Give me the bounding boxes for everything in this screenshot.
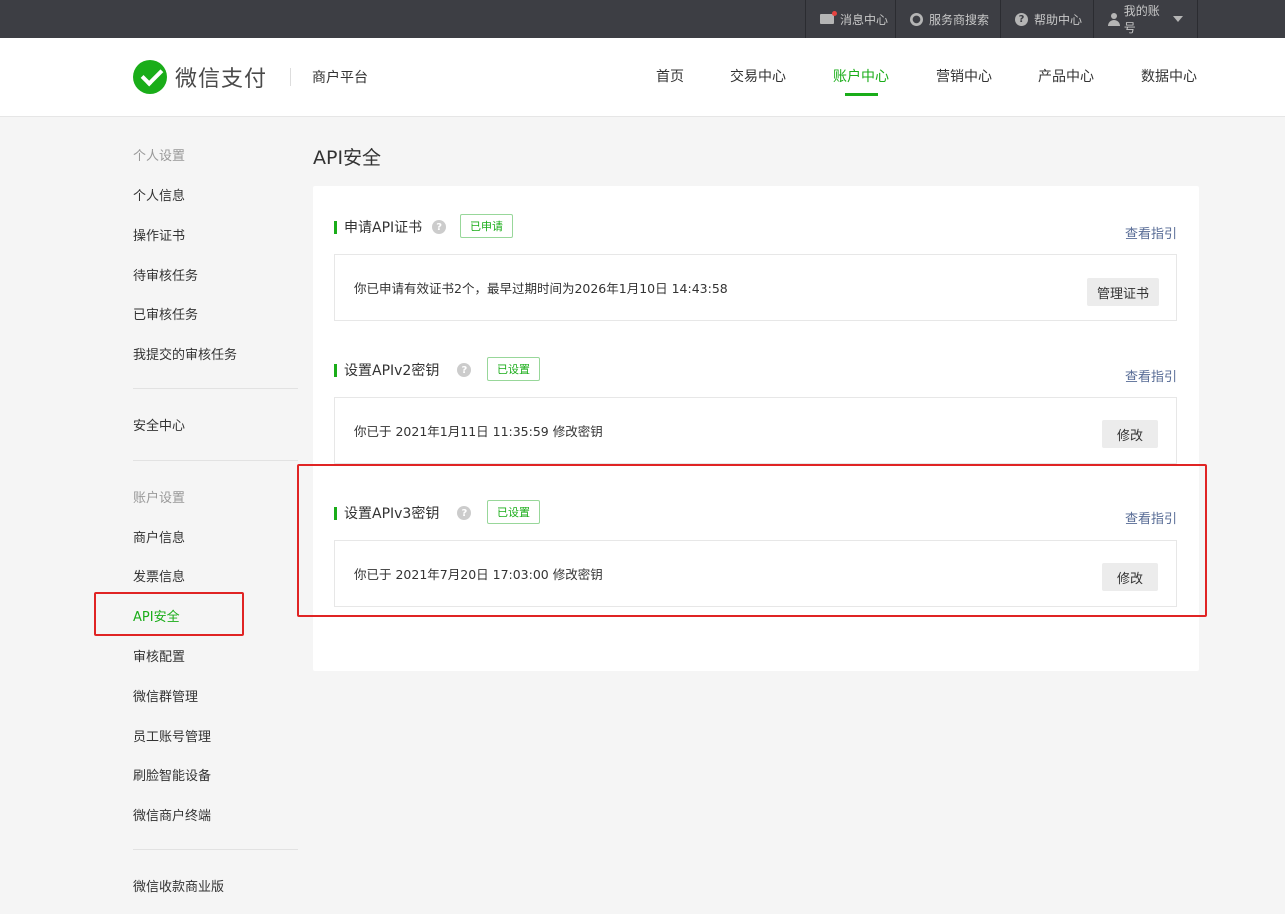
section-title-text: 设置APIv2密钥 (344, 363, 440, 379)
mail-icon (820, 11, 837, 24)
user-icon (1108, 12, 1120, 26)
nav-product-center[interactable]: 产品中心 (1038, 66, 1094, 86)
sidebar-item-personal-info[interactable]: 个人信息 (133, 185, 185, 204)
manage-cert-button[interactable]: 管理证书 (1087, 278, 1159, 306)
info-text: 你已申请有效证书2个，最早过期时间为2026年1月10日 14:43:58 (354, 281, 728, 296)
sidebar-item-security-center[interactable]: 安全中心 (133, 415, 185, 434)
sidebar-item-reviewed[interactable]: 已审核任务 (133, 304, 198, 323)
help-center-link[interactable]: ? 帮助中心 (1000, 0, 1096, 38)
top-bar: 消息中心 ● 服务商搜索 ? 帮助中心 我的账号 (0, 0, 1285, 38)
sidebar-item-business-edition[interactable]: 微信收款商业版 (133, 876, 224, 895)
section-title-text: 申请API证书 (344, 220, 423, 236)
sidebar-item-face-devices[interactable]: 刷脸智能设备 (133, 765, 211, 784)
section-accent-bar (334, 220, 337, 234)
sidebar-divider (133, 460, 298, 461)
sidebar-group-personal: 个人设置 (133, 149, 186, 164)
highlight-box-apiv3 (297, 464, 1207, 617)
message-center-label: 消息中心 (840, 12, 889, 27)
logo-divider (290, 68, 291, 86)
view-guide-link[interactable]: 查看指引 (1125, 366, 1177, 385)
wechat-pay-logo-icon (133, 60, 167, 94)
my-account-menu[interactable]: 我的账号 (1093, 0, 1198, 38)
modify-apiv2-button[interactable]: 修改 (1102, 420, 1158, 448)
sidebar-divider (133, 849, 298, 850)
message-center-link[interactable]: 消息中心 (805, 0, 902, 38)
search-icon: ● (910, 12, 923, 26)
my-account-label: 我的账号 (1123, 4, 1160, 35)
info-box-api-cert: 你已申请有效证书2个，最早过期时间为2026年1月10日 14:43:58 管理… (334, 254, 1177, 321)
highlight-box-sidebar (94, 592, 244, 636)
sidebar-item-operation-cert[interactable]: 操作证书 (133, 225, 185, 244)
status-badge: 已申请 (460, 214, 513, 238)
provider-search-link[interactable]: ● 服务商搜索 (895, 0, 1003, 38)
nav-data-center[interactable]: 数据中心 (1141, 66, 1197, 86)
sidebar-item-merchant-terminal[interactable]: 微信商户终端 (133, 805, 211, 824)
wechat-pay-logo[interactable]: 微信支付 (133, 60, 267, 94)
sidebar-group-account: 账户设置 (133, 491, 186, 506)
sidebar-item-invoice-info[interactable]: 发票信息 (133, 566, 185, 585)
nav-account-center[interactable]: 账户中心 (833, 66, 889, 86)
view-guide-link[interactable]: 查看指引 (1125, 223, 1177, 242)
logo-text: 微信支付 (175, 67, 268, 92)
sidebar-divider (133, 388, 298, 389)
section-accent-bar (334, 363, 337, 377)
nav-home[interactable]: 首页 (656, 66, 684, 86)
nav-marketing-center[interactable]: 营销中心 (936, 66, 992, 86)
section-title-apiv2: 设置APIv2密钥 ? (334, 360, 472, 380)
platform-name: 商户平台 (312, 70, 368, 86)
sidebar-item-pending-review[interactable]: 待审核任务 (133, 265, 198, 284)
nav-trade-center[interactable]: 交易中心 (730, 66, 786, 86)
sidebar-item-merchant-info[interactable]: 商户信息 (133, 527, 185, 546)
nav-active-underline (845, 93, 878, 96)
help-icon[interactable]: ? (457, 363, 472, 377)
help-icon[interactable]: ? (432, 220, 447, 234)
info-box-apiv2: 你已于 2021年1月11日 11:35:59 修改密钥 修改 (334, 397, 1177, 464)
sidebar-item-wechat-group[interactable]: 微信群管理 (133, 686, 198, 705)
page-title: API安全 (313, 147, 382, 169)
chevron-down-icon (1173, 16, 1183, 22)
question-icon: ? (1015, 12, 1028, 26)
sidebar-item-staff-accounts[interactable]: 员工账号管理 (133, 726, 211, 745)
sidebar-item-my-submitted-review[interactable]: 我提交的审核任务 (133, 344, 237, 363)
sidebar-item-review-config[interactable]: 审核配置 (133, 646, 185, 665)
status-badge: 已设置 (487, 357, 540, 381)
header: 微信支付 商户平台 首页 交易中心 账户中心 营销中心 产品中心 数据中心 (0, 38, 1285, 117)
section-title-api-cert: 申请API证书 ? (334, 217, 447, 237)
info-text: 你已于 2021年1月11日 11:35:59 修改密钥 (354, 424, 603, 439)
help-center-label: 帮助中心 (1034, 12, 1083, 27)
provider-search-label: 服务商搜索 (929, 12, 990, 27)
